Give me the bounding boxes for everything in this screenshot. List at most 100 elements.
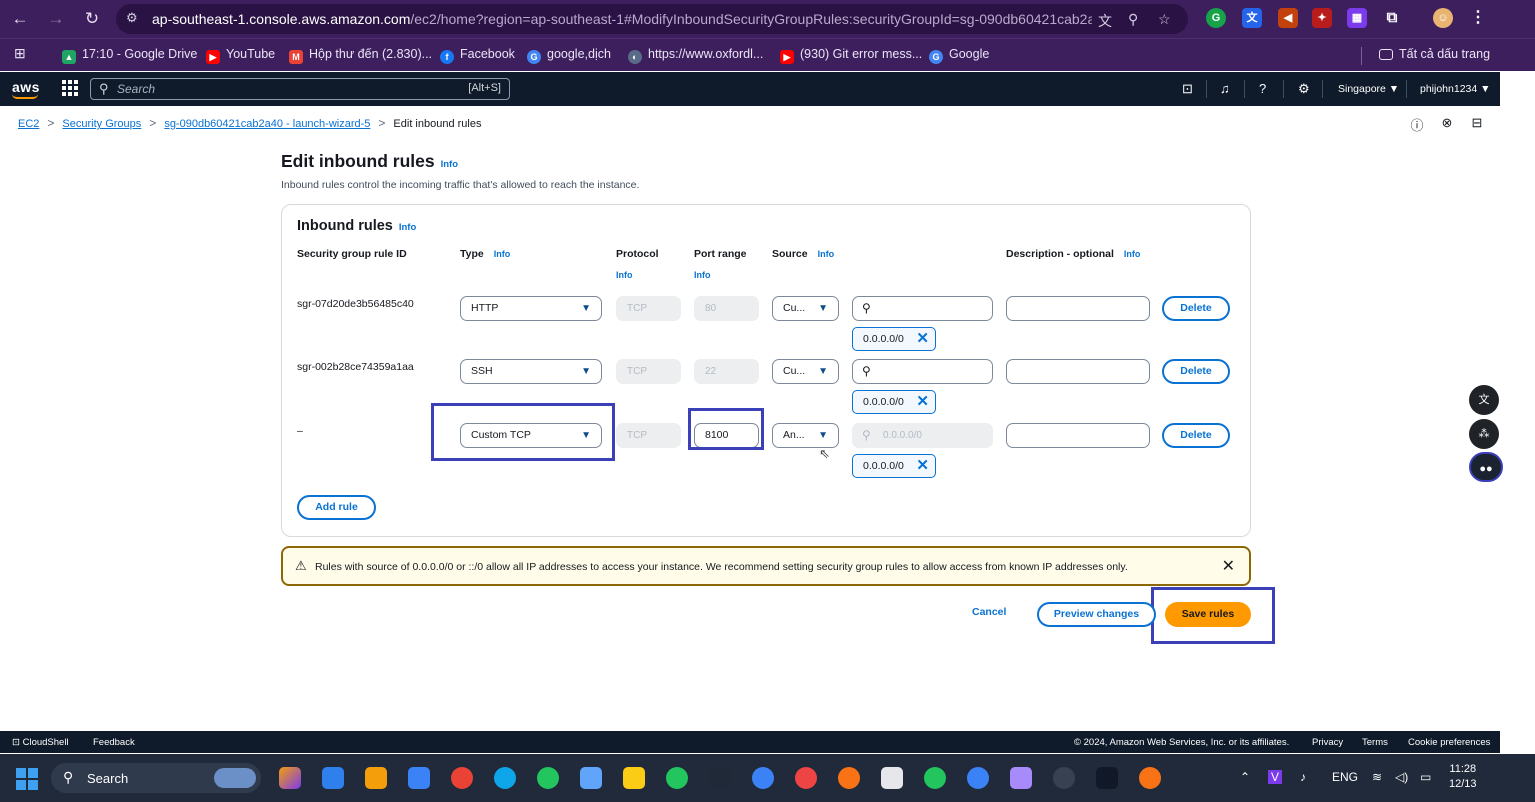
docker-icon[interactable] [967, 767, 989, 789]
cidr-search-input[interactable]: ⚲ [852, 359, 993, 384]
cidr-search-input[interactable]: ⚲ [852, 296, 993, 321]
zalo-icon[interactable] [752, 767, 774, 789]
terminal-icon[interactable] [1096, 767, 1118, 789]
info-panel-icon[interactable]: ⓘ [1409, 115, 1425, 133]
wps-icon[interactable] [795, 767, 817, 789]
edge-icon[interactable] [494, 767, 516, 789]
remove-token-icon[interactable]: ✕ [916, 455, 929, 477]
battery-icon[interactable]: ▭ [1420, 770, 1431, 784]
tray-app-icon[interactable]: V [1268, 770, 1283, 784]
info-link[interactable]: Info [694, 270, 711, 280]
bookmark-google-translate[interactable]: Ggoogle,dịch [527, 47, 611, 64]
vscode-icon[interactable] [322, 767, 344, 789]
bookmark-drive[interactable]: ▲ 17:10 - Google Drive [62, 47, 197, 64]
region-selector[interactable]: Singapore ▼ [1338, 83, 1399, 95]
address-bar[interactable]: ⚙ ap-southeast-1.console.aws.amazon.com/… [116, 4, 1188, 34]
terms-link[interactable]: Terms [1362, 737, 1388, 748]
info-link[interactable]: Info [1124, 249, 1141, 259]
wifi-icon[interactable]: ≋ [1372, 770, 1382, 784]
chrome-profile-icon[interactable] [537, 767, 559, 789]
services-grid-icon[interactable] [62, 80, 78, 96]
info-link[interactable]: Info [616, 270, 633, 280]
language-indicator[interactable]: ENG [1332, 770, 1358, 784]
preview-changes-button[interactable]: Preview changes [1037, 602, 1156, 627]
aws-logo[interactable]: aws [12, 79, 40, 99]
feedback-link[interactable]: Feedback [93, 737, 135, 748]
postman-icon[interactable] [1139, 767, 1161, 789]
taskbar-clock[interactable]: 11:28 12/13 [1449, 762, 1477, 792]
source-select[interactable]: Cu... ▼ [772, 359, 839, 384]
app-icon[interactable] [881, 767, 903, 789]
apps-grid-icon[interactable]: ⊞ [14, 45, 26, 62]
extension-icon[interactable]: ▦ [1347, 8, 1367, 28]
bookmark-gmail[interactable]: M Hộp thư đến (2.830)... [289, 47, 432, 64]
volume-icon[interactable]: ◁) [1395, 770, 1408, 784]
grammarly-extension-icon[interactable]: G [1206, 8, 1226, 28]
delete-button[interactable]: Delete [1162, 359, 1230, 384]
info-link[interactable]: Info [399, 222, 416, 233]
info-link[interactable]: Info [494, 249, 511, 259]
extension-widget-icon[interactable]: ⁂ [1469, 419, 1499, 449]
breadcrumb-security-group[interactable]: sg-090db60421cab2a40 - launch-wizard-5 [164, 118, 370, 130]
chrome-icon[interactable] [451, 767, 473, 789]
chrome-profile-icon[interactable] [838, 767, 860, 789]
back-icon[interactable]: ← [8, 7, 32, 31]
feature-icon[interactable]: ⊗ [1439, 115, 1455, 131]
translate-widget-icon[interactable]: 文 [1469, 385, 1499, 415]
help-icon[interactable]: ? [1259, 81, 1266, 96]
figma-icon[interactable] [709, 767, 731, 789]
notepad-icon[interactable] [408, 767, 430, 789]
aws-search-input[interactable] [117, 81, 417, 97]
settings-gear-icon[interactable]: ⚙ [1298, 81, 1310, 97]
cloudshell-icon[interactable]: ⊡ [1182, 81, 1193, 97]
type-select[interactable]: SSH ▼ [460, 359, 602, 384]
privacy-link[interactable]: Privacy [1312, 737, 1343, 748]
chevron-up-icon[interactable]: ⌃ [1240, 770, 1250, 784]
forward-icon[interactable]: → [44, 7, 68, 31]
extensions-puzzle-icon[interactable]: ⧉ [1382, 8, 1402, 28]
delete-button[interactable]: Delete [1162, 296, 1230, 321]
cidr-search-input[interactable]: ⚲ 0.0.0.0/0 [852, 423, 993, 448]
reload-icon[interactable]: ↻ [80, 7, 104, 31]
extension-icon[interactable]: ◀ [1278, 8, 1298, 28]
info-link[interactable]: Info [818, 249, 835, 259]
account-menu[interactable]: phijohn1234 ▼ [1420, 83, 1491, 95]
type-select[interactable]: HTTP ▼ [460, 296, 602, 321]
whatsapp-icon[interactable] [666, 767, 688, 789]
cloudshell-link[interactable]: ⊡ CloudShell [12, 737, 69, 748]
info-link[interactable]: Info [441, 159, 458, 170]
cancel-button[interactable]: Cancel [972, 606, 1006, 618]
translate-icon[interactable]: ⽂ [1098, 11, 1112, 31]
breadcrumb-ec2[interactable]: EC2 [18, 118, 39, 130]
bookmark-star-icon[interactable]: ☆ [1158, 11, 1171, 28]
cookie-preferences-link[interactable]: Cookie preferences [1408, 737, 1490, 748]
file-explorer-icon[interactable] [623, 767, 645, 789]
breadcrumb-security-groups[interactable]: Security Groups [62, 118, 141, 130]
save-rules-button[interactable]: Save rules [1165, 602, 1251, 627]
microphone-icon[interactable]: ♪ [1300, 770, 1306, 784]
bookmark-youtube-git[interactable]: ▶ (930) Git error mess... [780, 47, 922, 64]
remove-token-icon[interactable]: ✕ [916, 391, 929, 413]
source-select[interactable]: An... ▼ [772, 423, 839, 448]
aws-search-box[interactable]: ⚲ [Alt+S] [90, 78, 510, 100]
description-input[interactable] [1006, 423, 1150, 448]
source-select[interactable]: Cu... ▼ [772, 296, 839, 321]
notifications-panel-icon[interactable]: ⊟ [1469, 115, 1485, 131]
bookmark-oxford[interactable]: ◐ https://www.oxfordl... [628, 47, 763, 64]
delete-button[interactable]: Delete [1162, 423, 1230, 448]
translate-extension-icon[interactable]: 文 [1242, 8, 1262, 28]
copilot-icon[interactable] [279, 767, 301, 789]
remove-token-icon[interactable]: ✕ [916, 328, 929, 350]
widgets-icon[interactable] [214, 768, 256, 788]
sublime-icon[interactable] [365, 767, 387, 789]
assistant-widget-icon[interactable]: ●● [1469, 452, 1503, 482]
dismiss-warning-icon[interactable]: ✕ [1222, 556, 1235, 576]
obs-icon[interactable] [1053, 767, 1075, 789]
notifications-bell-icon[interactable]: ♫ [1220, 81, 1230, 96]
site-info-icon[interactable]: ⚙ [126, 10, 138, 26]
zoom-icon[interactable]: ⚲ [1128, 11, 1138, 28]
profile-avatar[interactable]: ☺ [1433, 8, 1453, 28]
bookmark-google[interactable]: G Google [929, 47, 989, 64]
chrome-profile-icon[interactable] [924, 767, 946, 789]
all-bookmarks[interactable]: Tất cả dấu trang [1379, 47, 1490, 61]
